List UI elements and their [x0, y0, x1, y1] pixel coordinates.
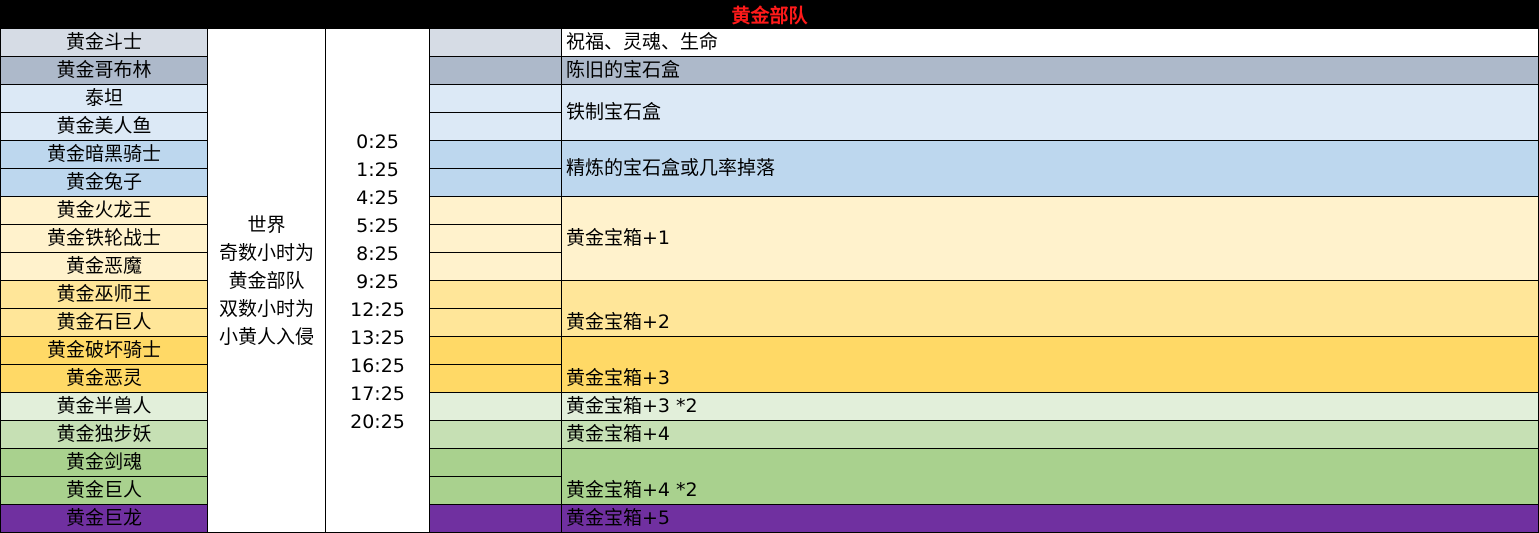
spawn-time: 0:25: [356, 130, 399, 153]
reward-cell: 黄金宝箱+3 *2: [562, 393, 1539, 421]
empty-cell: [430, 57, 562, 85]
reward-text: 黄金宝箱+4 *2: [566, 479, 698, 501]
monster-name: 黄金兔子: [0, 169, 208, 197]
spawn-time: 17:25: [350, 382, 405, 405]
empty-cell: [430, 253, 562, 281]
empty-cell: [430, 169, 562, 197]
reward-cell: 黄金宝箱+5: [562, 505, 1539, 533]
world-line: 世界: [247, 213, 286, 236]
empty-cell: [430, 449, 562, 477]
empty-cell: [430, 29, 562, 57]
spawn-time: 12:25: [350, 298, 405, 321]
reward-cell: 黄金宝箱+4 *2: [562, 449, 1539, 505]
reward-text: 精炼的宝石盒或几率掉落: [566, 157, 776, 179]
monster-name: 黄金斗士: [0, 29, 208, 57]
empty-cell: [430, 309, 562, 337]
monster-name: 黄金巫师王: [0, 281, 208, 309]
reward-cell: 黄金宝箱+1: [562, 197, 1539, 281]
spawn-time: 4:25: [356, 186, 399, 209]
reward-cell: 黄金宝箱+4: [562, 421, 1539, 449]
reward-text: 黄金宝箱+1: [566, 227, 671, 249]
world-line: 黄金部队: [228, 269, 305, 292]
monster-name: 黄金铁轮战士: [0, 225, 208, 253]
reward-text: 黄金宝箱+5: [566, 507, 671, 529]
empty-cell: [430, 113, 562, 141]
monster-name: 黄金巨人: [0, 477, 208, 505]
empty-cell: [430, 197, 562, 225]
table-title: 黄金部队: [0, 0, 1539, 29]
empty-cell: [430, 85, 562, 113]
monster-name: 黄金恶灵: [0, 365, 208, 393]
world-line: 奇数小时为: [218, 241, 314, 264]
world-line: 小黄人入侵: [218, 325, 314, 348]
spreadsheet: 黄金部队 黄金斗士 黄金哥布林 泰坦 黄金美人鱼 黄金暗黑骑士 黄金兔子 黄金火…: [0, 0, 1539, 533]
monster-name: 黄金巨龙: [0, 505, 208, 533]
reward-cell: 黄金宝箱+2: [562, 281, 1539, 337]
reward-text: 黄金宝箱+4: [566, 423, 671, 445]
spawn-time: 13:25: [350, 326, 405, 349]
monster-name: 黄金哥布林: [0, 57, 208, 85]
empty-cell: [430, 141, 562, 169]
monster-name: 黄金石巨人: [0, 309, 208, 337]
monster-name: 黄金独步妖: [0, 421, 208, 449]
empty-cell: [430, 365, 562, 393]
empty-cell: [430, 505, 562, 533]
monster-name: 泰坦: [0, 85, 208, 113]
monster-name: 黄金美人鱼: [0, 113, 208, 141]
spawn-time: 9:25: [356, 270, 399, 293]
monster-name: 黄金火龙王: [0, 197, 208, 225]
world-schedule-note: 世界 奇数小时为 黄金部队 双数小时为 小黄人入侵: [208, 29, 326, 533]
reward-text: 陈旧的宝石盒: [566, 59, 681, 81]
reward-cell: 精炼的宝石盒或几率掉落: [562, 141, 1539, 197]
spawn-time: 16:25: [350, 354, 405, 377]
reward-text: 黄金宝箱+3 *2: [566, 395, 698, 417]
spawn-time: 20:25: [350, 410, 405, 433]
monster-name: 黄金暗黑骑士: [0, 141, 208, 169]
empty-cell: [430, 225, 562, 253]
reward-text: 铁制宝石盒: [566, 101, 662, 123]
empty-cell: [430, 393, 562, 421]
reward-cell: 黄金宝箱+3: [562, 337, 1539, 393]
reward-cell: 祝福、灵魂、生命: [562, 29, 1539, 57]
empty-cell: [430, 337, 562, 365]
spawn-time: 8:25: [356, 242, 399, 265]
reward-text: 黄金宝箱+3: [566, 367, 671, 389]
reward-cell: 陈旧的宝石盒: [562, 57, 1539, 85]
monster-name: 黄金半兽人: [0, 393, 208, 421]
spawn-time: 5:25: [356, 214, 399, 237]
monster-name: 黄金破坏骑士: [0, 337, 208, 365]
world-line: 双数小时为: [218, 297, 314, 320]
monster-name: 黄金恶魔: [0, 253, 208, 281]
monster-name: 黄金剑魂: [0, 449, 208, 477]
reward-cell: 铁制宝石盒: [562, 85, 1539, 141]
spawn-times: 0:25 1:25 4:25 5:25 8:25 9:25 12:25 13:2…: [326, 29, 430, 533]
empty-cell: [430, 281, 562, 309]
reward-text: 黄金宝箱+2: [566, 311, 671, 333]
reward-text: 祝福、灵魂、生命: [566, 31, 719, 53]
spawn-time: 1:25: [356, 158, 399, 181]
empty-cell: [430, 421, 562, 449]
empty-cell: [430, 477, 562, 505]
